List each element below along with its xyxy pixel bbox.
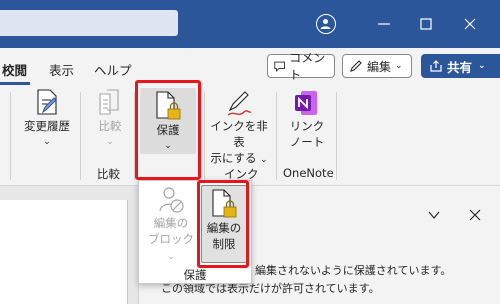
highlight-protect-button — [135, 80, 201, 180]
document-title-field[interactable] — [0, 10, 178, 36]
comments-label: コメント — [289, 51, 326, 82]
document-page[interactable] — [0, 200, 128, 304]
comments-button[interactable]: コメント — [267, 51, 335, 82]
chevron-down-icon[interactable] — [427, 208, 441, 222]
block-authors-label-2-text: ブロック — [148, 232, 194, 246]
chevron-down-icon: ⌄ — [167, 252, 175, 262]
person-icon — [320, 19, 331, 29]
compare-button[interactable]: 比較 ⌄ — [88, 88, 132, 150]
tab-review[interactable]: 校閲 — [2, 60, 27, 79]
ribbon-tabs-bar: 校閲 表示 ヘルプ コメント 編集 ⌄ 共有 ⌄ — [0, 48, 500, 86]
highlight-restrict-editing — [197, 180, 249, 268]
block-authors-button[interactable]: 編集の ブロック ⌄ — [143, 185, 199, 265]
group-label-onenote: OneNote — [283, 166, 334, 180]
editing-mode-button[interactable]: 編集 ⌄ — [342, 54, 412, 78]
close-button[interactable] — [458, 12, 482, 36]
chevron-down-icon: ⌄ — [106, 137, 114, 147]
editing-mode-label: 編集 — [367, 59, 392, 74]
hide-ink-label-1: インクを非表 — [210, 119, 268, 149]
onenote-icon — [295, 91, 317, 115]
hide-ink-label-2-text: 示にする — [210, 151, 257, 165]
linked-notes-label-2: ノート — [289, 135, 325, 149]
group-separator — [336, 92, 337, 180]
group-label-protect: 保護 — [183, 268, 207, 282]
block-authors-label-2: ブロック ⌄ — [143, 231, 199, 265]
comment-icon — [274, 61, 285, 72]
minimize-icon — [378, 23, 390, 25]
close-icon — [464, 18, 476, 30]
minimize-button[interactable] — [372, 12, 396, 36]
maximize-button[interactable] — [414, 12, 438, 36]
pencil-icon — [350, 60, 362, 72]
tab-help[interactable]: ヘルプ — [94, 60, 132, 79]
group-separator — [276, 92, 277, 180]
track-changes-label: 変更履歴 — [24, 119, 70, 133]
ribbon: 変更履歴 ⌄ 比較 ⌄ 比較 保護 ⌄ インクを非表 示にする ⌄ インク リン… — [0, 86, 500, 186]
group-label-compare: 比較 — [97, 167, 120, 181]
tab-view[interactable]: 表示 — [49, 60, 74, 79]
compare-icon — [99, 89, 119, 115]
chevron-down-icon: ⌄ — [395, 61, 403, 71]
pane-message-1: 編集されないように保護されています。 — [255, 264, 452, 277]
linked-notes-label-1: リンク — [289, 119, 325, 133]
group-separator — [80, 92, 81, 180]
title-bar — [0, 0, 500, 48]
share-label: 共有 — [447, 59, 473, 75]
track-changes-button[interactable]: 変更履歴 ⌄ — [18, 88, 76, 150]
block-user-icon — [159, 187, 184, 213]
chevron-down-icon: ⌄ — [478, 61, 486, 71]
share-button[interactable]: 共有 ⌄ — [421, 54, 500, 78]
chevron-down-icon: ⌄ — [43, 137, 51, 147]
linked-notes-button[interactable]: リンク ノート — [284, 88, 330, 150]
group-separator — [204, 92, 205, 180]
active-tab-indicator — [0, 82, 30, 85]
group-separator — [10, 92, 11, 180]
hide-ink-button[interactable]: インクを非表 示にする ⌄ — [206, 88, 272, 168]
share-icon — [430, 60, 442, 72]
track-changes-icon — [37, 89, 57, 115]
close-icon[interactable] — [468, 208, 482, 222]
chevron-down-icon: ⌄ — [260, 155, 268, 165]
account-avatar[interactable] — [316, 14, 336, 34]
maximize-icon — [420, 18, 432, 30]
block-authors-label-1: 編集の — [153, 216, 189, 230]
ink-pen-icon — [227, 91, 252, 116]
compare-label: 比較 — [98, 119, 122, 133]
